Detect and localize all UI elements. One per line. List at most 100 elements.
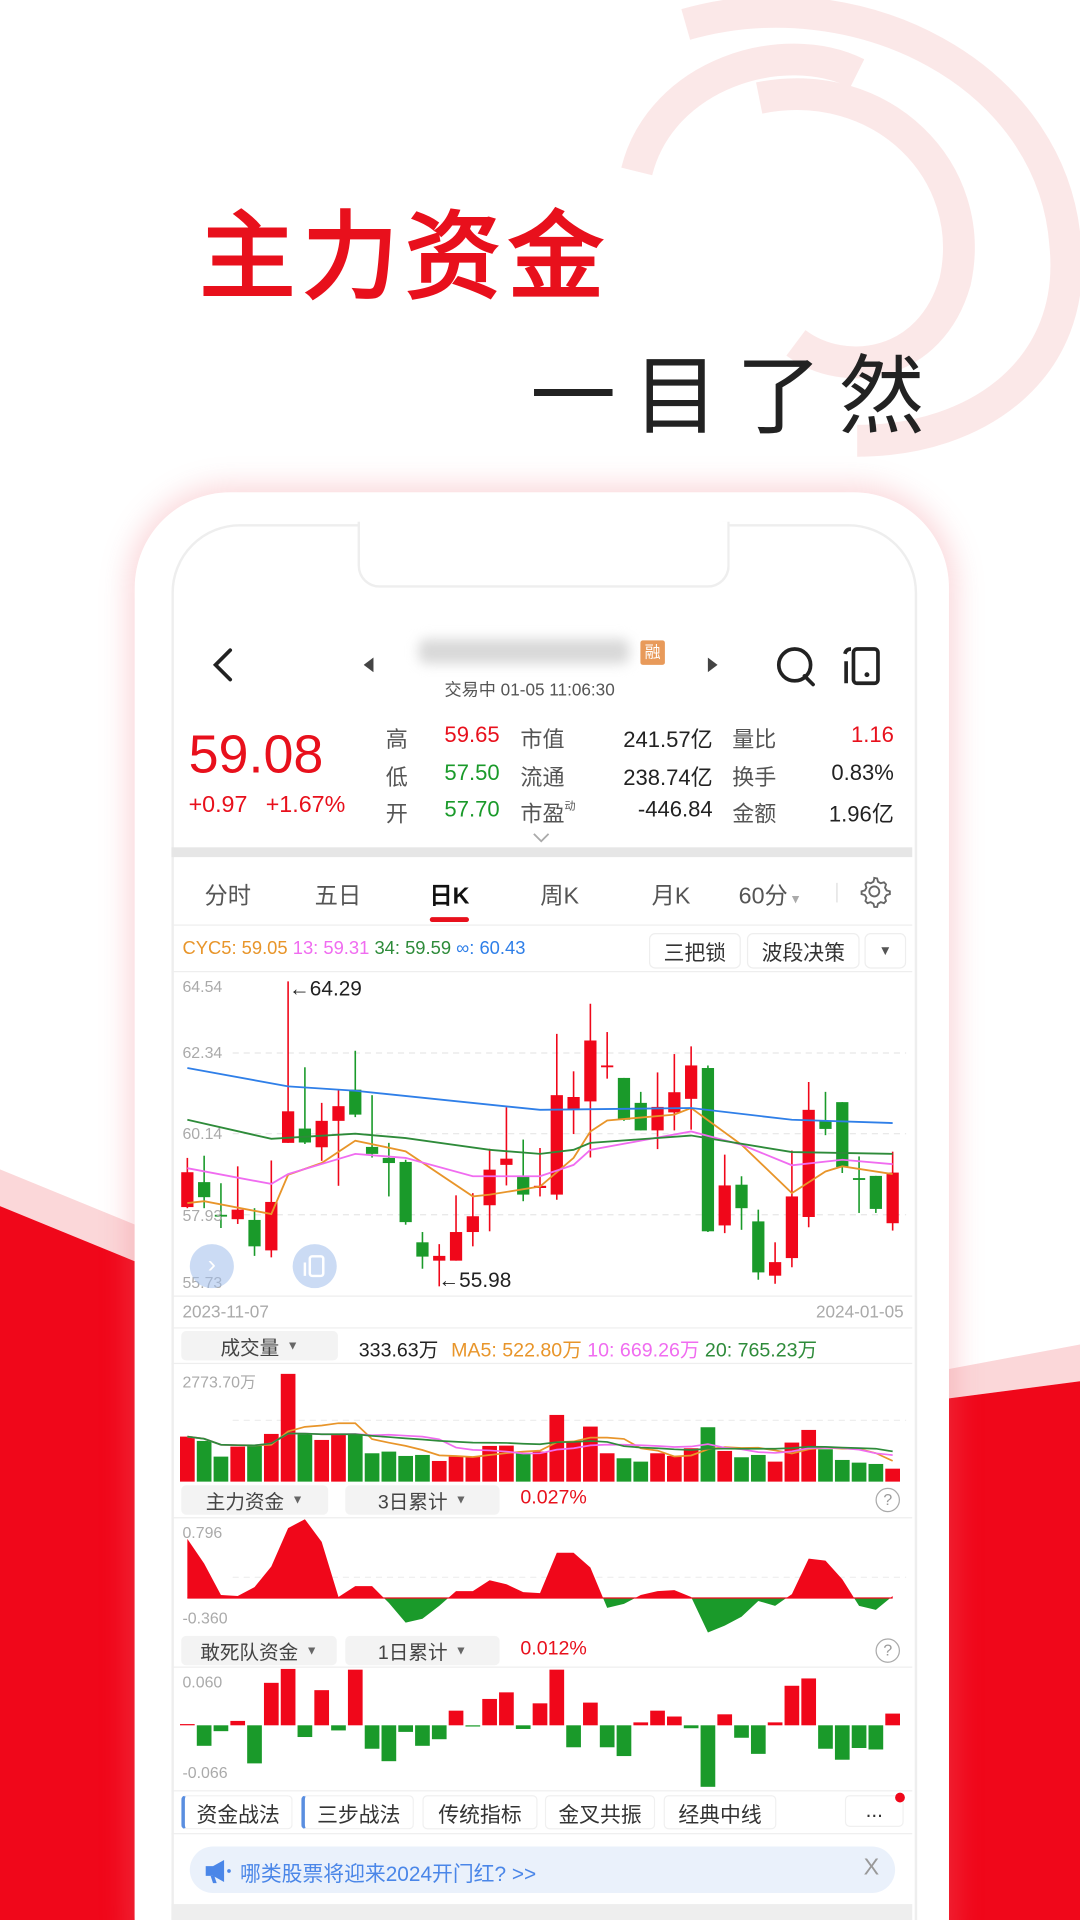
volume-bar	[616, 1458, 632, 1482]
promo-page: 主力资金 一目了然 融 交易中 01-05 11:06:30 59.08 +0.…	[0, 0, 1080, 1920]
volume-bar	[415, 1454, 430, 1482]
candle-body	[365, 1146, 379, 1154]
dare-funds-bar	[784, 1685, 800, 1726]
notification-dot	[895, 1792, 905, 1803]
main-funds-axis-min: -0.360	[182, 1608, 228, 1628]
dare-funds-bar	[717, 1714, 733, 1726]
dare-funds-bar	[431, 1725, 447, 1740]
volume-bar	[767, 1461, 783, 1482]
main-funds-selector[interactable]: 主力资金 ▼	[181, 1485, 329, 1515]
dare-funds-bar	[583, 1702, 598, 1726]
tab-classic-indicators[interactable]: 传统指标	[422, 1795, 538, 1830]
layout-toggle-button[interactable]	[292, 1244, 337, 1289]
volume-current: 333.63万	[358, 1340, 439, 1362]
banner-text: 哪类股票将迎来2024开门红? >>	[240, 1862, 537, 1886]
dropdown-icon: ▼	[454, 1493, 468, 1507]
tab-three-step[interactable]: 三步战法	[301, 1795, 414, 1830]
candle-body	[852, 1178, 866, 1180]
candle-body	[433, 1255, 446, 1261]
candle-body	[265, 1201, 278, 1251]
tab-classic-midline[interactable]: 经典中线	[663, 1795, 777, 1830]
dare-funds-bar	[868, 1725, 884, 1750]
help-icon[interactable]: ?	[875, 1638, 901, 1663]
dare-funds-bar	[801, 1678, 817, 1726]
megaphone-icon	[205, 1860, 231, 1884]
dare-funds-bar	[616, 1725, 632, 1757]
dare-funds-bar	[885, 1713, 901, 1726]
volume-bar	[230, 1446, 246, 1482]
dare-funds-bar	[851, 1725, 867, 1749]
dare-funds-bar	[734, 1725, 749, 1738]
dare-funds-bar	[415, 1725, 430, 1746]
dare-funds-selector[interactable]: 敢死队资金 ▼	[181, 1635, 337, 1666]
dare-funds-axis-max: 0.060	[182, 1672, 223, 1692]
dare-funds-bar	[499, 1692, 514, 1726]
dropdown-icon: ▼	[291, 1493, 304, 1507]
price-axis-max: 64.54	[182, 977, 223, 996]
volume-ma20: 20: 765.23万	[704, 1340, 818, 1362]
dropdown-icon: ▼	[286, 1338, 299, 1353]
volume-bar	[398, 1455, 414, 1482]
volume-bar	[532, 1451, 548, 1482]
price-axis-label: 62.34	[182, 1043, 223, 1062]
layout-icon	[303, 1255, 325, 1278]
dare-funds-bar	[314, 1690, 330, 1726]
volume-selector[interactable]: 成交量 ▼	[181, 1331, 338, 1361]
candle-body	[449, 1232, 463, 1261]
volume-bar	[750, 1454, 766, 1482]
volume-bar	[297, 1433, 313, 1482]
volume-ma5: MA5: 522.80万	[451, 1340, 582, 1362]
candle-body	[886, 1172, 899, 1224]
dare-funds-bar	[331, 1725, 346, 1731]
dare-funds-value: 0.012%	[520, 1638, 587, 1660]
candle-body	[735, 1184, 748, 1209]
dare-funds-period-selector[interactable]: 1日累计 ▼	[345, 1635, 500, 1666]
main-funds-inflow-area	[187, 1519, 893, 1599]
candle-body	[617, 1077, 631, 1120]
dare-funds-bar	[700, 1725, 716, 1787]
dare-funds-axis-min: -0.066	[182, 1763, 228, 1782]
dare-funds-bar	[448, 1710, 464, 1726]
candle-body	[399, 1161, 412, 1223]
dare-funds-bar	[263, 1682, 279, 1726]
dropdown-icon: ▼	[454, 1643, 468, 1658]
tab-funds-tactics[interactable]: 资金战法	[181, 1795, 293, 1830]
candle-body	[768, 1262, 782, 1276]
chevron-right-icon: ›	[207, 1251, 216, 1279]
candle-body	[248, 1219, 261, 1247]
main-funds-period-selector[interactable]: 3日累计 ▼	[345, 1485, 500, 1515]
candle-body	[752, 1221, 765, 1273]
date-start: 2023-11-07	[182, 1301, 269, 1322]
candle-body	[601, 1065, 614, 1068]
candle-body	[869, 1175, 882, 1209]
help-icon[interactable]: ?	[875, 1487, 901, 1513]
volume-bar	[599, 1453, 615, 1482]
candle-body	[517, 1176, 530, 1195]
candle-body	[701, 1068, 715, 1232]
volume-bar	[834, 1459, 850, 1482]
tab-golden-cross[interactable]: 金叉共振	[544, 1795, 656, 1830]
dare-funds-bar	[247, 1725, 262, 1764]
low-marker: ←55.98	[438, 1268, 512, 1292]
dare-funds-bar	[213, 1725, 229, 1732]
volume-bar	[448, 1456, 464, 1482]
dare-funds-bar	[381, 1725, 397, 1762]
candle-body	[315, 1120, 328, 1148]
dare-funds-bar	[532, 1703, 548, 1726]
dare-funds-bar	[280, 1668, 296, 1726]
dare-funds-bar	[650, 1710, 665, 1726]
expand-arrow-button[interactable]: ›	[189, 1244, 234, 1289]
volume-bar	[314, 1439, 330, 1482]
candle-body	[298, 1128, 312, 1143]
volume-bar	[247, 1445, 262, 1482]
kline-chart[interactable]	[0, 0, 1080, 1920]
candle-body	[416, 1242, 429, 1257]
candle-body	[382, 1157, 395, 1164]
volume-bar	[549, 1414, 565, 1482]
news-banner[interactable]: 哪类股票将迎来2024开门红? >> X	[189, 1846, 896, 1894]
candle-body	[349, 1089, 362, 1115]
volume-legend: 333.63万 MA5: 522.80万 10: 669.26万 20: 765…	[359, 1333, 817, 1362]
dare-funds-bar	[196, 1725, 212, 1746]
close-icon[interactable]: X	[864, 1855, 880, 1882]
candle-body	[718, 1185, 731, 1226]
